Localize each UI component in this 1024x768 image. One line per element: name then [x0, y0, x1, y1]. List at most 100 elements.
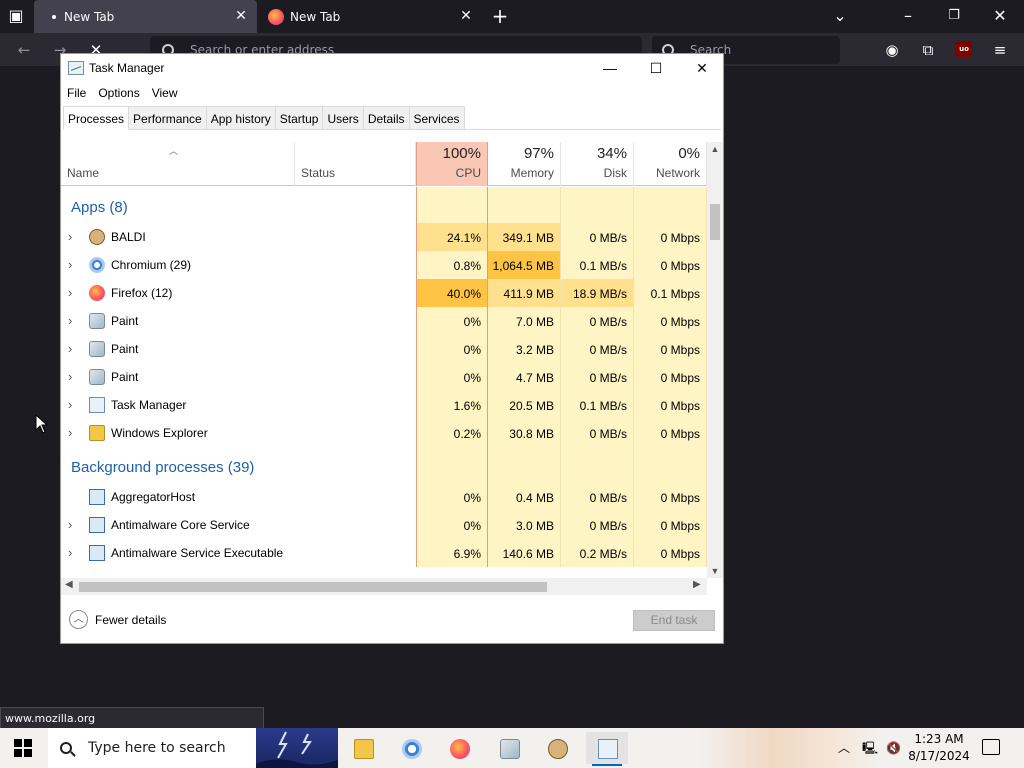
column-cpu[interactable]: 100% CPU: [416, 142, 488, 186]
expand-chevron-icon[interactable]: ›: [68, 425, 72, 440]
minimize-browser-icon[interactable]: –: [896, 4, 920, 28]
search-icon: [60, 742, 72, 754]
show-hidden-icons-chevron-icon[interactable]: ︿: [838, 728, 850, 768]
process-row[interactable]: › Task Manager 1.6% 20.5 MB 0.1 MB/s 0 Mbps: [61, 391, 707, 419]
taskbar-chromium[interactable]: [390, 732, 432, 764]
ublock-origin-icon[interactable]: uo: [956, 41, 972, 57]
group-title: Background processes (39): [71, 459, 255, 476]
tab-app-history[interactable]: App history: [205, 106, 276, 129]
group-cpu-cell: [416, 447, 488, 483]
process-row[interactable]: › Antimalware Service Executable 6.9% 140.6…: [61, 539, 707, 567]
network-icon[interactable]: 🖳: [862, 728, 878, 768]
menu-hamburger-icon[interactable]: ≡: [988, 38, 1012, 62]
chromium-icon: [89, 257, 105, 273]
process-row[interactable]: › Paint 0% 4.7 MB 0 MB/s 0 Mbps: [61, 363, 707, 391]
vertical-scrollbar[interactable]: ▲ ▼: [707, 142, 723, 578]
close-tab-icon[interactable]: ✕: [233, 8, 249, 24]
column-name[interactable]: ︿ Name: [61, 142, 295, 186]
scrollbar-thumb[interactable]: [710, 204, 720, 240]
process-row[interactable]: › Antimalware Core Service 0% 3.0 MB 0 MB/s 0…: [61, 511, 707, 539]
process-row[interactable]: AggregatorHost 0% 0.4 MB 0 MB/s 0 Mbps: [61, 483, 707, 511]
process-memory-value: 349.1 MB: [488, 223, 561, 251]
taskbar-paint[interactable]: [488, 732, 530, 764]
process-row[interactable]: › Chromium (29) 0.8% 1,064.5 MB 0.1 MB/s 0 Mb…: [61, 251, 707, 279]
expand-chevron-icon[interactable]: ›: [68, 341, 72, 356]
close-browser-icon[interactable]: ✕: [988, 4, 1012, 28]
extensions-puzzle-icon[interactable]: ⧉: [916, 38, 940, 62]
paint-icon: [89, 369, 105, 385]
service-icon: [89, 517, 105, 533]
windows-start-icon[interactable]: [14, 739, 32, 757]
menu-options[interactable]: Options: [92, 82, 145, 104]
tab-details[interactable]: Details: [362, 106, 410, 129]
process-cpu-value: 6.9%: [416, 539, 488, 567]
close-button[interactable]: ✕: [679, 54, 725, 82]
browser-tab-active[interactable]: New Tab ✕: [34, 0, 257, 33]
tab-services[interactable]: Services: [408, 106, 465, 129]
process-row[interactable]: › Paint 0% 7.0 MB 0 MB/s 0 Mbps: [61, 307, 707, 335]
process-row[interactable]: › Paint 0% 3.2 MB 0 MB/s 0 Mbps: [61, 335, 707, 363]
notifications-icon[interactable]: [982, 739, 1000, 755]
group-header: Background processes (39): [61, 447, 707, 483]
tab-performance[interactable]: Performance: [128, 106, 207, 129]
clock-date: 8/17/2024: [908, 749, 970, 763]
expand-chevron-icon[interactable]: ›: [68, 517, 72, 532]
menu-bar: File Options View: [61, 82, 184, 104]
restore-browser-icon[interactable]: ❐: [942, 4, 966, 28]
paint-icon: [89, 313, 105, 329]
process-disk-value: 0 MB/s: [561, 335, 634, 363]
taskbar-task-manager[interactable]: [586, 732, 628, 766]
expand-chevron-icon[interactable]: ›: [68, 229, 72, 244]
menu-file[interactable]: File: [61, 82, 92, 104]
scroll-down-icon[interactable]: ▼: [707, 566, 723, 576]
maximize-button[interactable]: ☐: [633, 54, 679, 82]
paint-icon: [500, 739, 520, 759]
column-disk[interactable]: 34% Disk: [561, 142, 634, 186]
scrollbar-thumb[interactable]: [79, 582, 547, 592]
scroll-up-icon[interactable]: ▲: [707, 144, 723, 154]
process-cpu-value: 0%: [416, 511, 488, 539]
expand-chevron-icon[interactable]: ›: [68, 285, 72, 300]
horizontal-scrollbar[interactable]: ◀ ▶: [61, 578, 707, 595]
expand-chevron-icon[interactable]: ›: [68, 257, 72, 272]
expand-chevron-icon[interactable]: ›: [68, 313, 72, 328]
group-disk-cell: [561, 447, 634, 483]
column-network[interactable]: 0% Network: [634, 142, 707, 186]
close-tab-icon[interactable]: ✕: [458, 8, 474, 24]
back-arrow-icon[interactable]: ←: [12, 38, 36, 62]
column-status[interactable]: Status: [295, 142, 416, 186]
scroll-right-icon[interactable]: ▶: [693, 579, 701, 590]
firefox-view-icon[interactable]: ▣: [4, 4, 28, 28]
expand-chevron-icon[interactable]: ›: [68, 369, 72, 384]
scroll-left-icon[interactable]: ◀: [65, 579, 73, 590]
account-icon[interactable]: ◉: [880, 38, 904, 62]
process-disk-value: 0.2 MB/s: [561, 539, 634, 567]
process-memory-value: 3.0 MB: [488, 511, 561, 539]
baldi-icon: [548, 739, 568, 759]
process-row[interactable]: › BALDI 24.1% 349.1 MB 0 MB/s 0 Mbps: [61, 223, 707, 251]
minimize-button[interactable]: —: [587, 54, 633, 82]
end-task-button[interactable]: End task: [633, 610, 715, 631]
new-tab-plus-icon[interactable]: +: [488, 4, 512, 28]
tab-startup[interactable]: Startup: [274, 106, 324, 129]
taskbar-clock[interactable]: 1:23 AM 8/17/2024: [904, 731, 974, 765]
taskbar-baldi[interactable]: [536, 732, 578, 764]
expand-chevron-icon[interactable]: ›: [68, 545, 72, 560]
taskbar-firefox[interactable]: [438, 732, 480, 764]
process-row[interactable]: › Firefox (12) 40.0% 411.9 MB 18.9 MB/s 0.1 M…: [61, 279, 707, 307]
volume-muted-icon[interactable]: 🔇: [886, 728, 901, 768]
taskbar-file-explorer[interactable]: [342, 732, 384, 764]
column-memory[interactable]: 97% Memory: [488, 142, 561, 186]
browser-tab[interactable]: New Tab ✕: [260, 0, 482, 33]
expand-chevron-icon[interactable]: ›: [68, 397, 72, 412]
process-row[interactable]: › Windows Explorer 0.2% 30.8 MB 0 MB/s 0 Mbps: [61, 419, 707, 447]
menu-view[interactable]: View: [146, 82, 184, 104]
tab-users[interactable]: Users: [322, 106, 364, 129]
process-network-value: 0 Mbps: [634, 223, 707, 251]
fewer-details-button[interactable]: ︿ Fewer details: [69, 610, 166, 629]
tab-processes[interactable]: Processes: [63, 106, 130, 130]
task-manager-titlebar[interactable]: Task Manager — ☐ ✕: [61, 54, 723, 82]
process-name: BALDI: [111, 230, 146, 244]
list-all-tabs-chevron-icon[interactable]: ⌄: [828, 4, 852, 28]
search-highlight-image[interactable]: [256, 728, 338, 768]
